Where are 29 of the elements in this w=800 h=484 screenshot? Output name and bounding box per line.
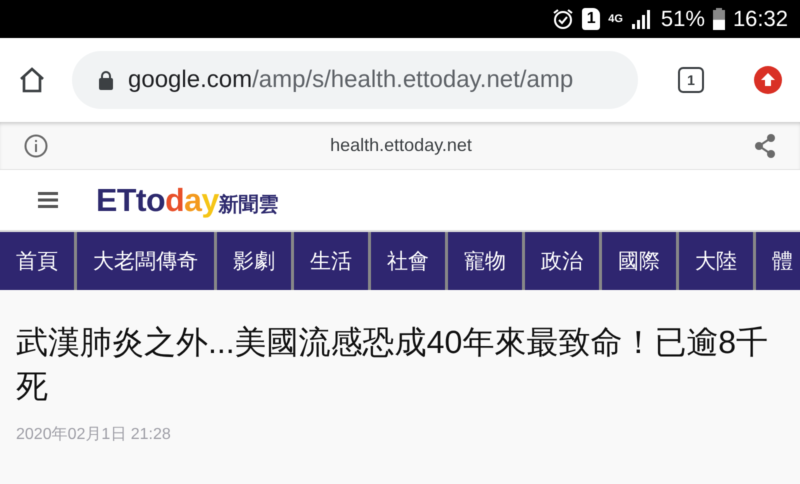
nav-tab[interactable]: 影劇 [217,232,294,290]
nav-tab[interactable]: 社會 [371,232,448,290]
share-icon[interactable] [754,134,776,158]
lock-icon [98,70,114,90]
network-type: 4G [608,14,623,24]
alarm-icon [552,8,574,30]
nav-tab[interactable]: 政治 [525,232,602,290]
info-icon[interactable] [24,134,48,158]
clock-time: 16:32 [732,6,788,32]
nav-tab[interactable]: 大老闆傳奇 [77,232,217,290]
battery-icon [712,8,725,30]
nav-tab[interactable]: 生活 [294,232,371,290]
sim-icon: 1 [582,8,600,30]
update-icon[interactable] [754,66,782,94]
battery-percent: 51% [660,6,705,32]
article-title: 武漢肺炎之外...美國流感恐成40年來最致命！已逾8千死 [16,323,770,406]
tab-count-button[interactable]: 1 [678,67,704,93]
home-icon[interactable] [18,66,46,94]
site-logo[interactable]: ETtoday新聞雲 [96,182,279,218]
menu-icon[interactable] [38,192,58,208]
nav-tab[interactable]: 寵物 [448,232,525,290]
nav-tab[interactable]: 國際 [602,232,679,290]
nav-tab[interactable]: 體 [756,232,800,290]
nav-tab[interactable]: 首頁 [0,232,77,290]
nav-tab[interactable]: 大陸 [679,232,756,290]
page-domain: health.ettoday.net [330,135,472,156]
article-date: 2020年02月1日 21:28 [16,425,172,445]
address-bar[interactable]: google.com/amp/s/health.ettoday.net/amp [72,51,638,109]
signal-icon [630,9,653,29]
